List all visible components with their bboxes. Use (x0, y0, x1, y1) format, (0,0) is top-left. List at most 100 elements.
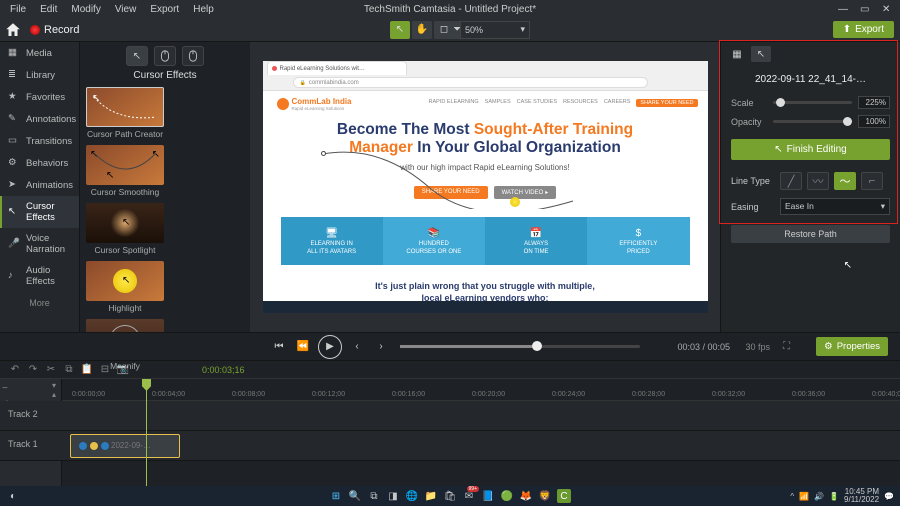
fps-display: 30 fps (745, 342, 770, 352)
next-frame-button[interactable]: › (372, 338, 390, 356)
prev-clip-button[interactable]: ⏮ (270, 338, 288, 356)
opacity-slider[interactable] (773, 120, 852, 123)
cursor-path[interactable] (321, 149, 581, 209)
system-clock[interactable]: 10:45 PM9/11/2022 (844, 488, 879, 504)
scrubber[interactable] (400, 345, 640, 348)
canvas[interactable]: Rapid eLearning Solutions wit… commlabin… (250, 42, 720, 332)
prev-frame-button[interactable]: ‹ (348, 338, 366, 356)
cursor-tab[interactable]: ↖ (126, 46, 148, 66)
bin-cursor-effects[interactable]: ↖Cursor Effects (0, 196, 79, 228)
play-button[interactable]: ▶ (318, 335, 342, 359)
close-button[interactable]: ✕ (876, 2, 896, 17)
props-tab-video[interactable]: ▦ (727, 46, 747, 62)
notifications-icon[interactable]: 💬 (884, 492, 894, 501)
start-button[interactable]: ⊞ (329, 489, 343, 503)
bin-audio-effects[interactable]: ♪Audio Effects (0, 260, 79, 292)
detach-icon[interactable]: ⛶ (783, 341, 790, 352)
photo-button[interactable]: 📷 (116, 363, 130, 377)
effect-cursor-spotlight[interactable]: ↖Cursor Spotlight (86, 203, 164, 255)
minimize-button[interactable]: — (832, 2, 852, 17)
easing-select[interactable]: Ease In▾ (780, 198, 890, 215)
restore-path-button[interactable]: Restore Path (731, 225, 890, 243)
bin-voice-narration[interactable]: 🎤Voice Narration (0, 228, 79, 260)
effect-cursor-smoothing[interactable]: ↖↖↖Cursor Smoothing (86, 145, 164, 197)
bin-transitions[interactable]: ▭Transitions (0, 130, 79, 152)
explorer-icon[interactable]: 📁 (424, 489, 438, 503)
wifi-icon[interactable]: 📶 (799, 492, 809, 501)
copy-button[interactable]: ⧉ (62, 363, 76, 377)
menu-view[interactable]: View (109, 2, 143, 17)
undo-button[interactable]: ↶ (8, 363, 22, 377)
timeline-clip[interactable]: 2022-09-… (70, 434, 180, 458)
bin-animations[interactable]: ➤Animations (0, 174, 79, 196)
word-icon[interactable]: 📘 (481, 489, 495, 503)
menu-modify[interactable]: Modify (65, 2, 106, 17)
search-icon[interactable]: 🔍 (348, 489, 362, 503)
home-icon[interactable] (4, 21, 22, 39)
start-alt-icon[interactable]: ◐ (6, 489, 20, 503)
widgets-icon[interactable]: ◨ (386, 489, 400, 503)
menu-export[interactable]: Export (144, 2, 185, 17)
maximize-button[interactable]: ▭ (854, 2, 874, 17)
step-back-button[interactable]: ⏪ (294, 338, 312, 356)
split-button[interactable]: ⊟ (98, 363, 112, 377)
mail-icon[interactable]: ✉ (462, 489, 476, 503)
zoom-select[interactable]: 50%▾ (460, 21, 530, 39)
track-1[interactable]: Track 1 2022-09-… (0, 431, 900, 461)
site-nav: RAPID ELEARNINGSAMPLESCASE STUDIESRESOUR… (429, 99, 698, 107)
store-icon[interactable]: 🛍 (443, 489, 457, 503)
paste-button[interactable]: 📋 (80, 363, 94, 377)
linetype-curve[interactable]: 〰 (807, 172, 829, 190)
battery-icon[interactable]: 🔋 (829, 492, 839, 501)
timeline-ruler[interactable]: 0:00:00;00 0:00:04;00 0:00:08;00 0:00:12… (62, 379, 900, 401)
record-button[interactable]: Record (26, 22, 83, 38)
camtasia-icon[interactable]: C (557, 489, 571, 503)
tray-chevron-icon[interactable]: ^ (790, 492, 794, 501)
chrome-icon[interactable]: 🟢 (500, 489, 514, 503)
playhead[interactable] (146, 379, 147, 486)
track-2[interactable]: Track 2 (0, 401, 900, 431)
export-button[interactable]: ⬆Export (833, 21, 894, 38)
linetype-smooth[interactable]: 〜 (834, 172, 856, 190)
scale-value[interactable]: 225% (858, 96, 890, 109)
properties-button[interactable]: ⚙Properties (816, 337, 888, 356)
zoom-out-button[interactable]: − (2, 383, 12, 394)
bin-favorites[interactable]: ★Favorites (0, 86, 79, 108)
collapse-button[interactable]: ▾▴ (52, 381, 56, 399)
bin-behaviors[interactable]: ⚙Behaviors (0, 152, 79, 174)
bin-library[interactable]: ≣Library (0, 64, 79, 86)
menu-bar: File Edit Modify View Export Help TechSm… (0, 0, 900, 18)
task-view-icon[interactable]: ⧉ (367, 489, 381, 503)
media-bin: ▦Media ≣Library ★Favorites ✎Annotations … (0, 42, 80, 332)
record-icon (30, 25, 40, 35)
cursor-tool[interactable]: ↖ (390, 21, 410, 39)
bin-more[interactable]: More (0, 292, 79, 314)
opacity-value[interactable]: 100% (858, 115, 890, 128)
effect-cursor-path-creator[interactable]: ↖Cursor Path Creator (86, 87, 164, 139)
menu-help[interactable]: Help (187, 2, 220, 17)
linetype-straight[interactable]: ╱ (780, 172, 802, 190)
menu-file[interactable]: File (4, 2, 32, 17)
edge-icon[interactable]: 🌐 (405, 489, 419, 503)
bin-annotations[interactable]: ✎Annotations (0, 108, 79, 130)
effect-highlight[interactable]: ↖Highlight (86, 261, 164, 313)
linetype-square[interactable]: ⌐ (861, 172, 883, 190)
props-tab-cursor[interactable]: ↖ (751, 46, 771, 62)
cut-button[interactable]: ✂ (44, 363, 58, 377)
redo-button[interactable]: ↷ (26, 363, 40, 377)
brave-icon[interactable]: 🦁 (538, 489, 552, 503)
hand-tool[interactable]: ✋ (412, 21, 432, 39)
left-click-tab[interactable] (154, 46, 176, 66)
menu-edit[interactable]: Edit (34, 2, 63, 17)
chevron-down-icon: ▾ (881, 201, 885, 212)
finish-editing-button[interactable]: ↖Finish Editing (731, 139, 890, 160)
volume-icon[interactable]: 🔊 (814, 492, 824, 501)
bin-media[interactable]: ▦Media (0, 42, 79, 64)
site-logo: CommLab IndiaRapid eLearning Solutions (277, 97, 352, 111)
right-click-tab[interactable] (182, 46, 204, 66)
firefox-icon[interactable]: 🦊 (519, 489, 533, 503)
cursor-highlight-icon (510, 197, 520, 207)
crop-tool[interactable]: ◻ (434, 21, 454, 39)
path-anchor-start[interactable] (321, 151, 326, 156)
scale-slider[interactable] (773, 101, 852, 104)
